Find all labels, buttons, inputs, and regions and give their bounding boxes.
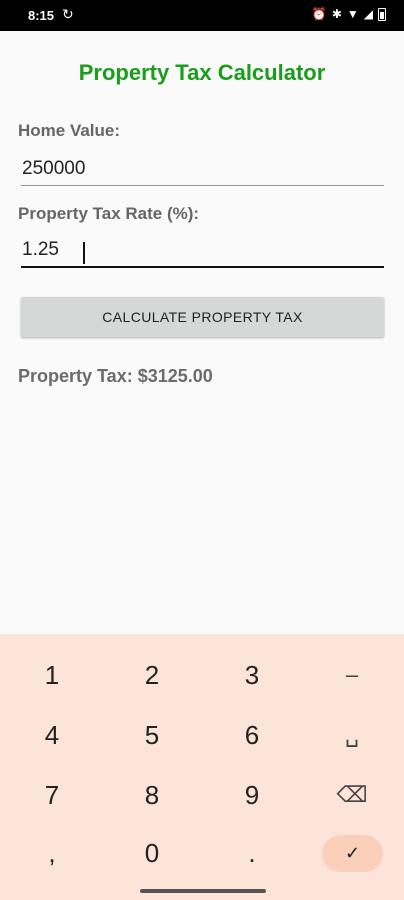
backspace-icon[interactable]: ⌫ xyxy=(302,766,402,824)
key-9[interactable]: 9 xyxy=(202,766,302,824)
key-2[interactable]: 2 xyxy=(102,646,202,704)
text-cursor xyxy=(83,242,85,264)
space-key-icon[interactable]: ␣ xyxy=(302,706,402,764)
key-minus[interactable]: – xyxy=(302,646,402,704)
key-7[interactable]: 7 xyxy=(2,766,102,824)
home-value-input[interactable] xyxy=(21,152,384,185)
status-icons: ⏰ ✱ ▼ ◢ xyxy=(312,7,386,21)
key-5[interactable]: 5 xyxy=(102,706,202,764)
key-4[interactable]: 4 xyxy=(2,706,102,764)
key-0[interactable]: 0 xyxy=(102,824,202,882)
battery-icon xyxy=(378,7,386,21)
tax-rate-input[interactable] xyxy=(21,234,384,266)
key-6[interactable]: 6 xyxy=(202,706,302,764)
property-tax-result: Property Tax: $3125.00 xyxy=(18,366,213,386)
wifi-icon: ▼ xyxy=(346,7,359,21)
signal-icon: ◢ xyxy=(363,7,373,21)
enter-check-icon[interactable]: ✓ xyxy=(322,835,383,872)
key-8[interactable]: 8 xyxy=(102,766,202,824)
sync-icon: ↻ xyxy=(62,6,74,22)
status-bar: 8:15 ↻ ⏰ ✱ ▼ ◢ xyxy=(0,0,404,31)
numeric-keyboard: 1 2 3 – 4 5 6 ␣ 7 8 9 ⌫ , 0 . ✓ xyxy=(0,634,404,900)
home-value-field[interactable] xyxy=(21,152,384,186)
tax-rate-field[interactable] xyxy=(21,234,384,268)
status-time: 8:15 xyxy=(28,8,55,23)
key-period[interactable]: . xyxy=(202,824,302,882)
bluetooth-icon: ✱ xyxy=(331,7,342,21)
tax-rate-label: Property Tax Rate (%): xyxy=(18,204,200,223)
gesture-nav-bar[interactable] xyxy=(140,889,266,893)
app-title: Property Tax Calculator xyxy=(78,60,326,85)
calculate-property-tax-button[interactable]: CALCULATE PROPERTY TAX xyxy=(21,297,384,337)
alarm-icon: ⏰ xyxy=(311,7,327,21)
key-comma[interactable]: , xyxy=(2,824,102,882)
home-value-label: Home Value: xyxy=(18,121,121,140)
key-3[interactable]: 3 xyxy=(202,646,302,704)
key-1[interactable]: 1 xyxy=(2,646,102,704)
